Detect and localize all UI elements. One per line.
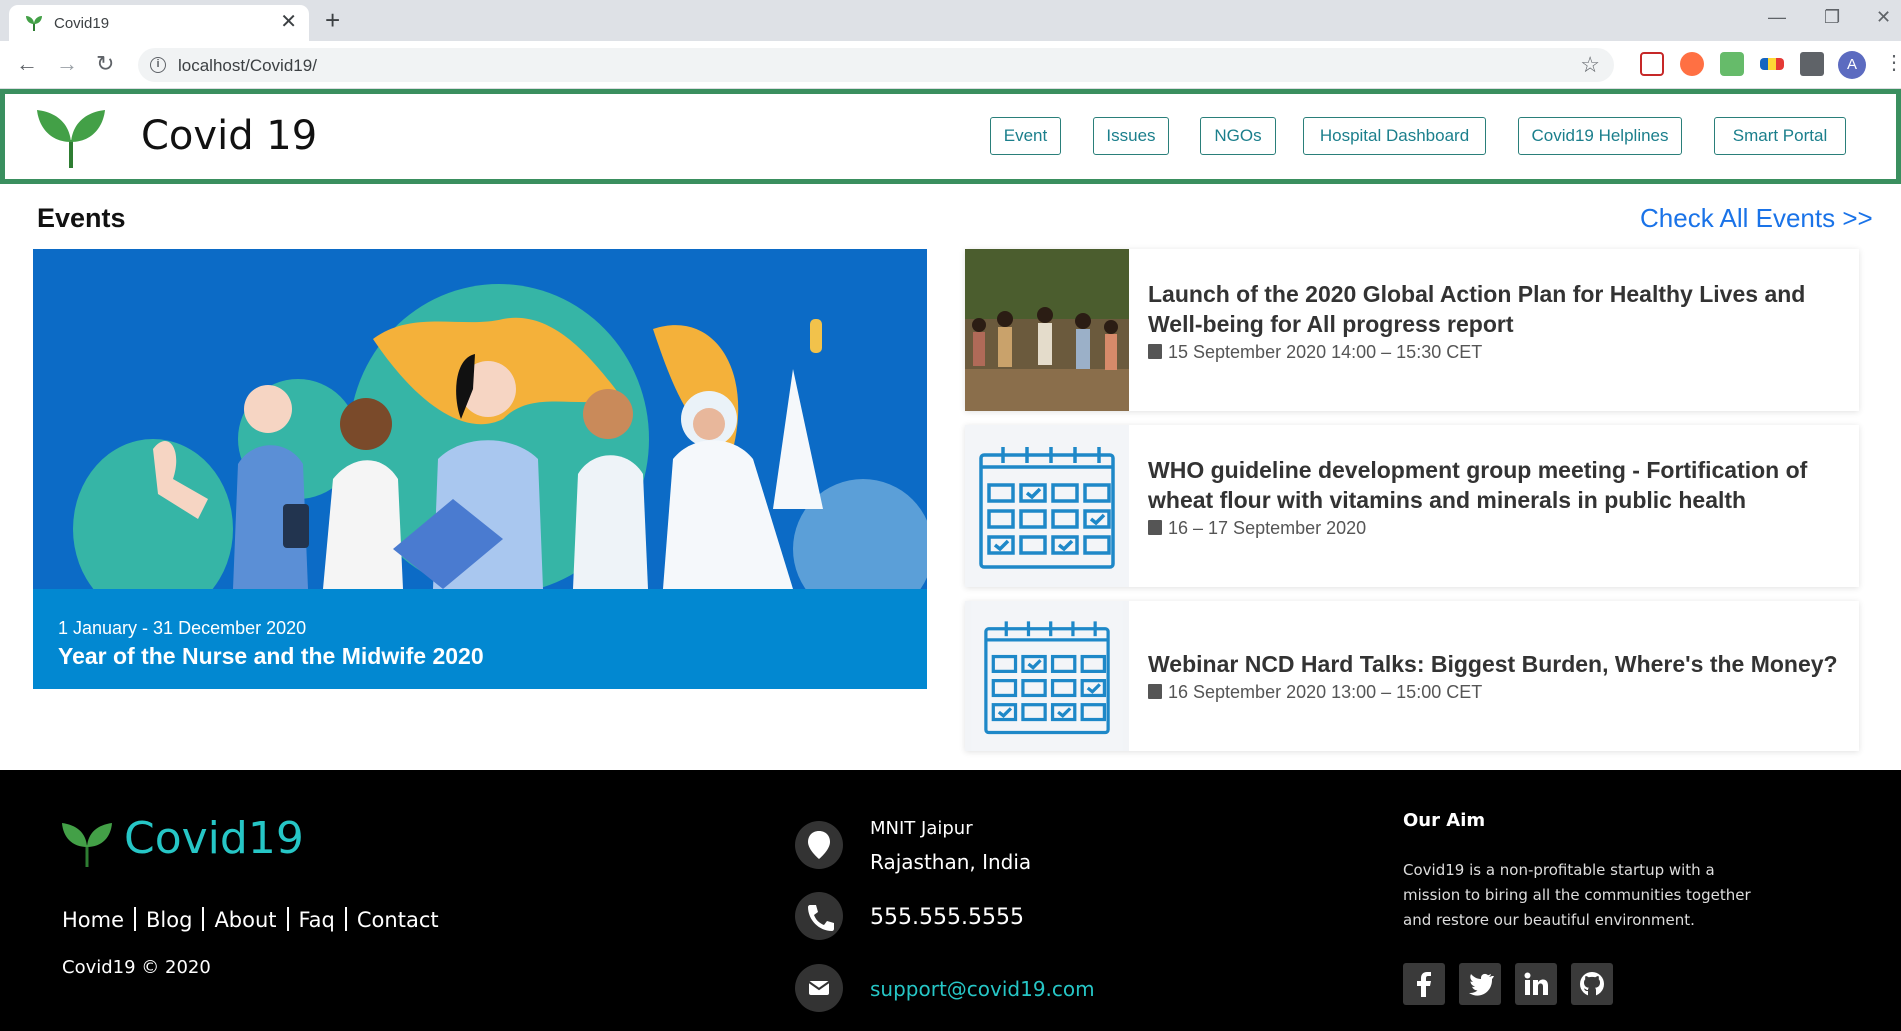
url-text: localhost/Covid19/: [178, 56, 317, 75]
event-card[interactable]: Launch of the 2020 Global Action Plan fo…: [965, 249, 1859, 411]
calendar-icon: [1148, 344, 1162, 359]
nav-hospital-dashboard[interactable]: Hospital Dashboard: [1303, 117, 1486, 155]
footer-address-line1: MNIT Jaipur: [870, 818, 973, 839]
footer-copyright: Covid19 © 2020: [62, 957, 211, 978]
profile-avatar[interactable]: A: [1838, 51, 1866, 79]
close-window-icon[interactable]: ✕: [1876, 6, 1891, 28]
leaf-logo-icon: [37, 110, 105, 168]
footer-brand[interactable]: Covid19: [124, 813, 304, 864]
event-date: 16 September 2020 13:00 – 15:00 CET: [1148, 682, 1839, 703]
footer-email-link[interactable]: support@covid19.com: [870, 977, 1095, 1001]
calendar-icon: [1148, 520, 1162, 535]
github-icon[interactable]: [1571, 963, 1613, 1005]
phone-icon: [795, 892, 843, 940]
nav-event[interactable]: Event: [990, 117, 1061, 155]
site-brand[interactable]: Covid 19: [141, 113, 317, 159]
footer-address-line2: Rajasthan, India: [870, 850, 1032, 874]
featured-event-title[interactable]: Year of the Nurse and the Midwife 2020: [58, 643, 484, 670]
calendar-icon: [1148, 684, 1162, 699]
extension-green-icon[interactable]: [1720, 52, 1744, 76]
link-separator: [344, 907, 347, 931]
bookmark-star-icon[interactable]: ☆: [1580, 52, 1600, 78]
featured-event-card[interactable]: 1 January - 31 December 2020 Year of the…: [33, 249, 927, 689]
site-header: Covid 19 Event Issues NGOs Hospital Dash…: [0, 89, 1901, 184]
featured-event-caption: 1 January - 31 December 2020 Year of the…: [33, 589, 927, 689]
calendar-thumbnail-icon: [965, 601, 1129, 751]
browser-toolbar: ← → ↻ i localhost/Covid19/ ☆ A ⋮: [0, 41, 1901, 89]
new-tab-icon[interactable]: +: [325, 6, 340, 34]
leaf-logo-icon: [62, 823, 112, 867]
linkedin-icon[interactable]: [1515, 963, 1557, 1005]
footer-link-about[interactable]: About: [214, 908, 276, 932]
browser-menu-icon[interactable]: ⋮: [1884, 51, 1901, 75]
event-title[interactable]: Launch of the 2020 Global Action Plan fo…: [1148, 279, 1839, 339]
nav-covid19-helplines[interactable]: Covid19 Helplines: [1518, 117, 1682, 155]
event-date-text: 15 September 2020 14:00 – 15:30 CET: [1168, 342, 1483, 362]
events-heading: Events: [37, 203, 126, 233]
leaf-favicon-icon: [26, 16, 42, 31]
close-tab-icon[interactable]: ✕: [280, 11, 297, 33]
extensions-puzzle-icon[interactable]: [1800, 52, 1824, 76]
map-marker-icon: [795, 821, 843, 869]
event-photo-thumbnail: [965, 249, 1129, 411]
event-title[interactable]: WHO guideline development group meeting …: [1148, 455, 1839, 515]
link-separator: [202, 907, 205, 931]
nav-smart-portal[interactable]: Smart Portal: [1714, 117, 1846, 155]
nurses-illustration: [33, 249, 927, 589]
envelope-icon: [795, 964, 843, 1012]
link-separator: [286, 907, 289, 931]
footer-link-blog[interactable]: Blog: [146, 908, 192, 932]
twitter-icon[interactable]: [1459, 963, 1501, 1005]
event-date: 15 September 2020 14:00 – 15:30 CET: [1148, 342, 1839, 363]
footer-link-faq[interactable]: Faq: [299, 908, 335, 932]
event-date-text: 16 – 17 September 2020: [1168, 518, 1367, 538]
nav-ngos[interactable]: NGOs: [1200, 117, 1276, 155]
footer-phone[interactable]: 555.555.5555: [870, 905, 1024, 930]
facebook-icon[interactable]: [1403, 963, 1445, 1005]
event-card[interactable]: WHO guideline development group meeting …: [965, 425, 1859, 587]
back-icon[interactable]: ←: [16, 53, 38, 75]
browser-tabstrip: Covid19 ✕ + — ❐ ✕: [0, 0, 1901, 41]
site-info-icon[interactable]: i: [150, 57, 166, 73]
minimize-icon[interactable]: —: [1768, 6, 1786, 28]
footer-links: Home Blog About Faq Contact: [62, 907, 439, 932]
site-footer: Covid19 Home Blog About Faq Contact Covid19 …: [0, 770, 1901, 1031]
browser-tab[interactable]: Covid19 ✕: [9, 5, 309, 41]
event-card[interactable]: Webinar NCD Hard Talks: Biggest Burden, …: [965, 601, 1859, 751]
tab-title: Covid19: [54, 15, 110, 32]
calendar-thumbnail-icon: [965, 425, 1129, 587]
extension-orange-icon[interactable]: [1680, 52, 1704, 76]
address-bar[interactable]: i localhost/Covid19/ ☆: [138, 48, 1614, 82]
featured-event-date: 1 January - 31 December 2020: [58, 618, 307, 638]
check-all-events-link[interactable]: Check All Events >>: [1640, 203, 1873, 234]
footer-link-contact[interactable]: Contact: [357, 908, 439, 932]
event-date-text: 16 September 2020 13:00 – 15:00 CET: [1168, 682, 1483, 702]
reload-icon[interactable]: ↻: [96, 53, 114, 75]
event-title[interactable]: Webinar NCD Hard Talks: Biggest Burden, …: [1148, 649, 1839, 679]
our-aim-text: Covid19 is a non-profitable startup with…: [1403, 861, 1751, 929]
footer-link-home[interactable]: Home: [62, 908, 124, 932]
event-date: 16 – 17 September 2020: [1148, 518, 1839, 539]
our-aim-heading: Our Aim: [1403, 810, 1486, 831]
extension-shield-icon[interactable]: [1640, 52, 1664, 76]
nav-issues[interactable]: Issues: [1093, 117, 1169, 155]
extension-flag-icon[interactable]: [1760, 58, 1784, 70]
restore-icon[interactable]: ❐: [1824, 6, 1840, 28]
forward-icon[interactable]: →: [56, 53, 78, 75]
link-separator: [134, 907, 137, 931]
